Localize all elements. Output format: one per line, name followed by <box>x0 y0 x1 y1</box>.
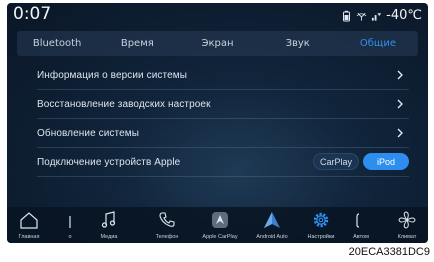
dock-vehicle[interactable]: Автом <box>343 207 379 243</box>
dock-home[interactable]: Главная <box>9 207 49 243</box>
ipod-option[interactable]: iPod <box>363 153 409 170</box>
tab-general[interactable]: Общие <box>338 38 418 49</box>
dock-phone[interactable]: Телефон <box>147 207 187 243</box>
tab-bluetooth[interactable]: Bluetooth <box>17 38 97 49</box>
setting-label: Обновление системы <box>37 127 139 139</box>
dock-media[interactable]: Медиа <box>91 207 127 243</box>
fan-icon <box>398 211 416 229</box>
dock-label: Apple CarPlay <box>202 234 238 240</box>
android-auto-icon <box>264 212 280 228</box>
dock-label: o <box>68 234 72 240</box>
dock-label: Медиа <box>100 234 118 240</box>
dock-label: Телефон <box>155 234 179 240</box>
dock-label: Главная <box>18 234 40 240</box>
chevron-right-icon <box>397 99 403 109</box>
setting-label: Информация о версии системы <box>37 69 187 81</box>
dock-label: Климат <box>397 234 417 240</box>
figure-caption: 20ECA3381DC9 <box>348 246 430 258</box>
dock-label: Настройки <box>307 234 335 240</box>
chevron-right-icon <box>397 70 403 80</box>
carplay-option[interactable]: CarPlay <box>313 153 359 170</box>
dock-settings[interactable]: Настройки <box>299 207 343 243</box>
setting-system-version[interactable]: Информация о версии системы <box>37 61 409 89</box>
tab-display[interactable]: Экран <box>177 38 257 49</box>
car-icon <box>356 213 360 228</box>
head-unit-screen: 0:07 -40℃ Bluetooth Время Экран Звук Общ… <box>7 3 428 243</box>
tab-time[interactable]: Время <box>97 38 177 49</box>
fm-icon <box>69 216 71 228</box>
gear-icon <box>313 212 329 228</box>
dock-apple-carplay[interactable]: Apple CarPlay <box>195 207 245 243</box>
dock-climate[interactable]: Климат <box>387 207 427 243</box>
dock-android-auto[interactable]: Android Auto <box>247 207 297 243</box>
phone-icon <box>159 212 175 227</box>
status-bar: 0:07 -40℃ <box>7 3 428 27</box>
music-note-icon <box>101 211 116 228</box>
wireless-icon <box>356 12 367 21</box>
setting-label: Восстановление заводских настроек <box>37 98 211 110</box>
chevron-right-icon <box>397 128 403 138</box>
divider <box>37 176 409 177</box>
carplay-icon <box>212 212 228 228</box>
battery-icon <box>343 10 351 21</box>
setting-apple-devices: Подключение устройств Apple CarPlay iPod <box>37 148 409 176</box>
settings-tabs: Bluetooth Время Экран Звук Общие <box>17 31 418 56</box>
outside-temperature: -40℃ <box>386 8 422 23</box>
tab-sound[interactable]: Звук <box>258 38 338 49</box>
status-icons: -40℃ <box>341 8 422 23</box>
setting-system-update[interactable]: Обновление системы <box>37 119 409 147</box>
dock-label: Android Auto <box>256 234 288 240</box>
setting-factory-reset[interactable]: Восстановление заводских настроек <box>37 90 409 118</box>
signal-icon <box>372 12 382 21</box>
setting-label: Подключение устройств Apple <box>37 156 181 168</box>
home-icon <box>20 212 38 229</box>
clock: 0:07 <box>13 4 52 24</box>
dock-label: Автом <box>353 234 369 240</box>
apple-mode-toggle: CarPlay iPod <box>313 153 409 170</box>
bottom-dock: Главная o Медиа Телефон Apple CarPlay An… <box>7 207 428 243</box>
dock-radio[interactable]: o <box>55 207 85 243</box>
